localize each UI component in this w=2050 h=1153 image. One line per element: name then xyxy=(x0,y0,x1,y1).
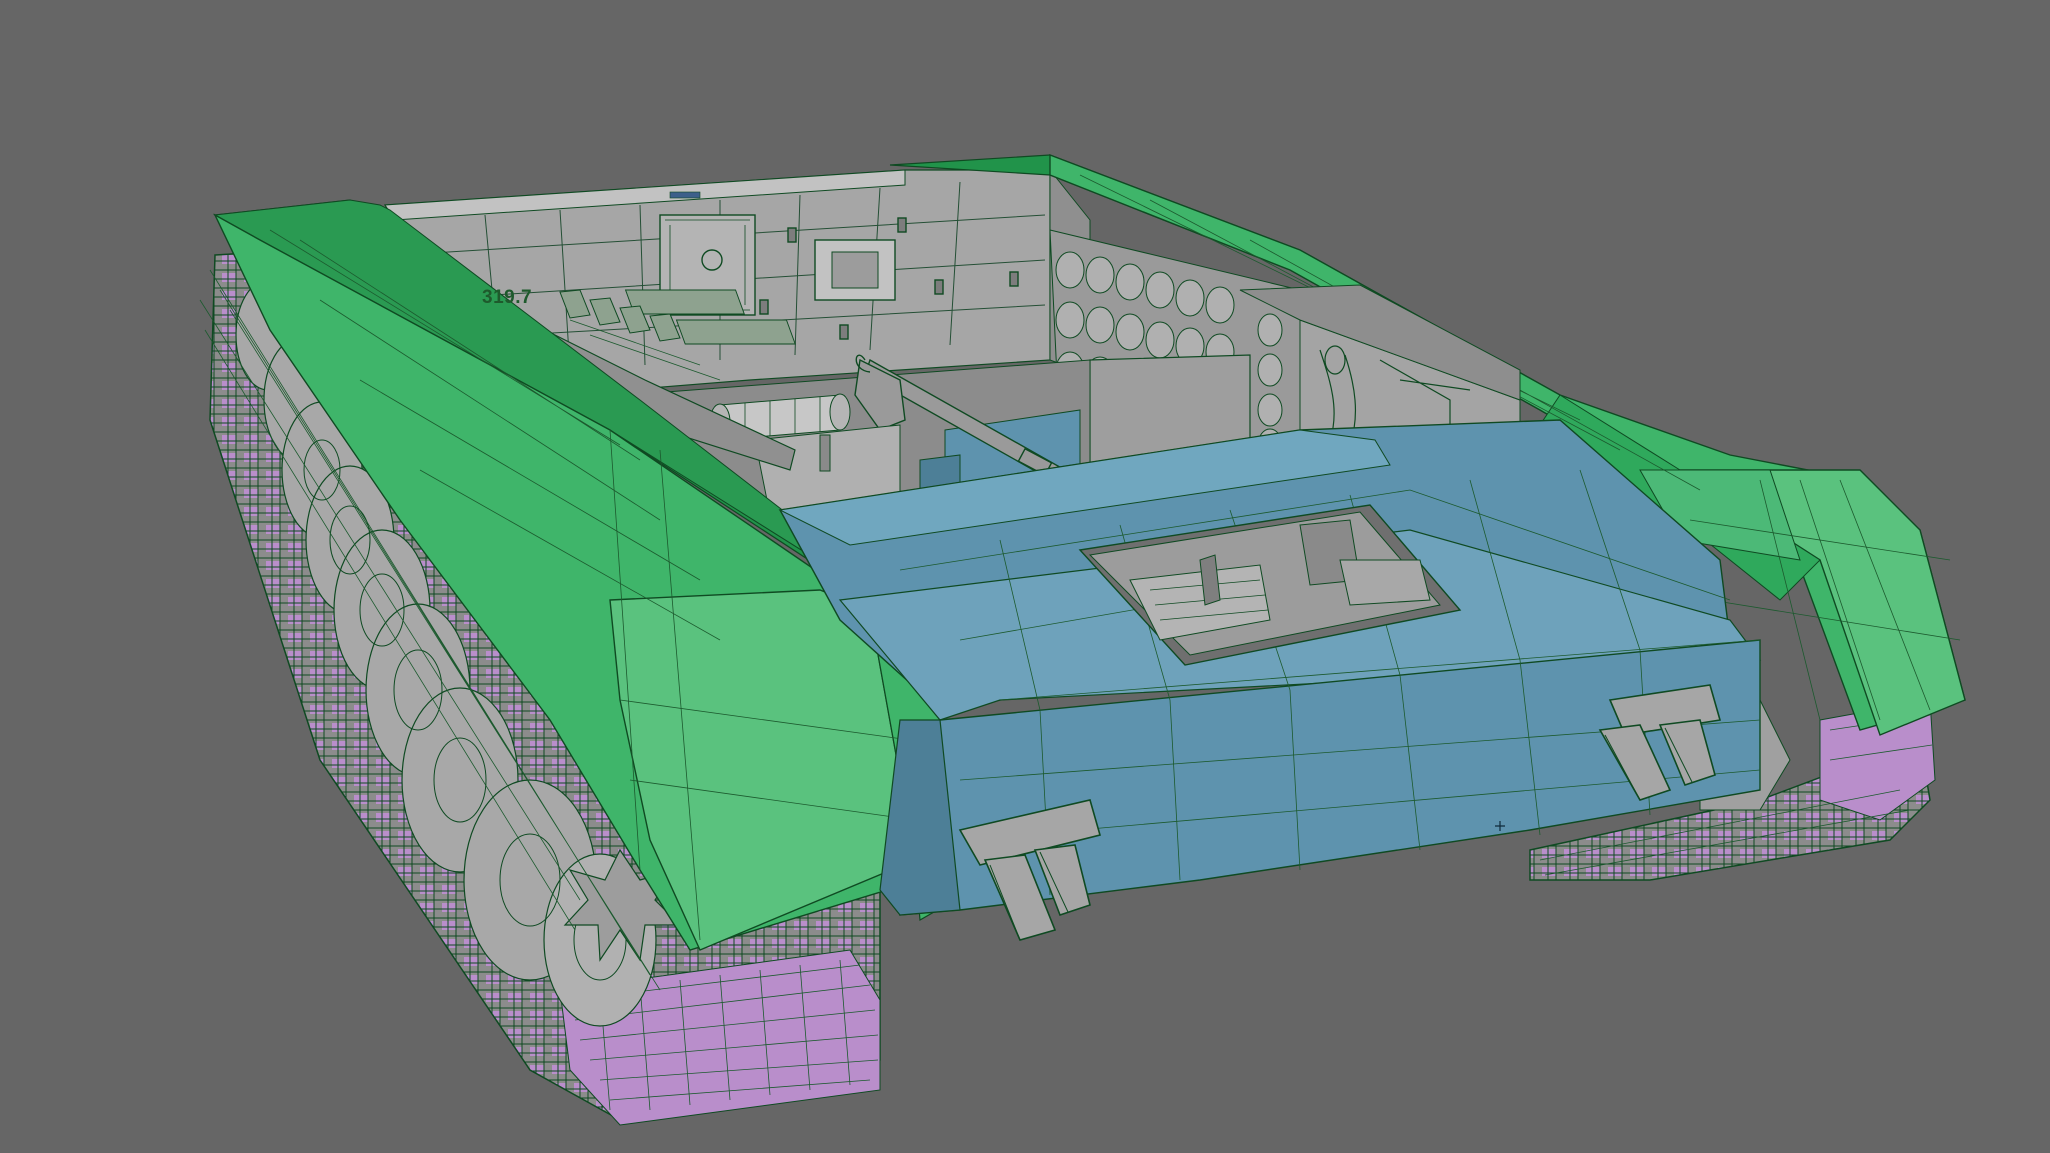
tank-hull-model[interactable] xyxy=(0,0,2050,1153)
3d-viewport[interactable]: 319.7 xyxy=(0,0,2050,1153)
